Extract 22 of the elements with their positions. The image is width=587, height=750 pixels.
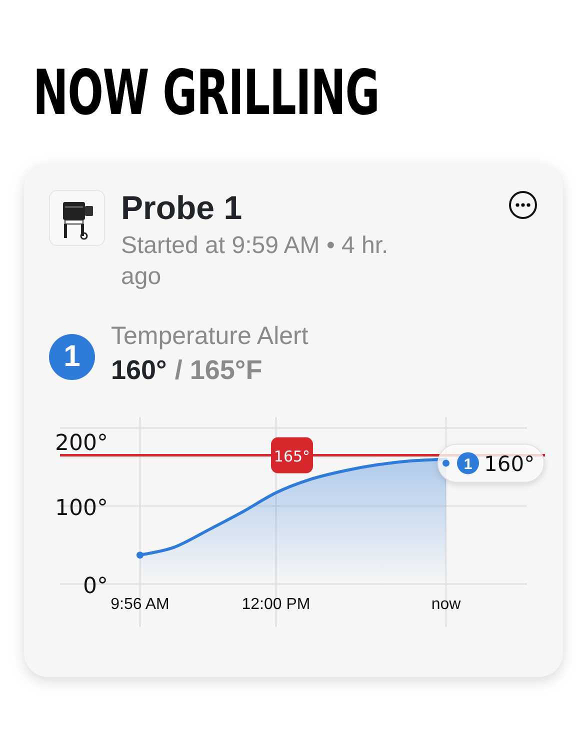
legend-label: 1: [464, 456, 472, 473]
current-temperature: 160°: [111, 354, 167, 388]
data-point: [136, 551, 144, 558]
current-reading: 160°: [484, 452, 535, 476]
page-heading: NOW GRILLING: [33, 62, 380, 124]
probe-badge: 1: [49, 334, 95, 380]
axis-label: 100°: [55, 496, 108, 521]
target-temperature: / 165°F: [174, 354, 262, 388]
start-time: Started at 9:59 AM • 4 hr. ago: [121, 231, 390, 292]
ref-line-label: 165°: [274, 446, 310, 465]
axis-label: 9:56 AM: [110, 596, 170, 613]
axis-label: 200°: [55, 430, 108, 456]
axis-label: now: [431, 596, 461, 613]
axis-label: 0°: [83, 574, 108, 599]
probe-badge: 1: [457, 452, 479, 474]
alert-badge: 165°: [271, 436, 313, 473]
grill-icon: [49, 190, 105, 246]
more-button[interactable]: [508, 190, 538, 220]
probe-title: Probe 1: [121, 190, 244, 226]
alert-label: Temperature Alert: [111, 322, 308, 350]
axis-label: 12:00 PM: [242, 596, 310, 613]
data-point: [442, 459, 450, 466]
